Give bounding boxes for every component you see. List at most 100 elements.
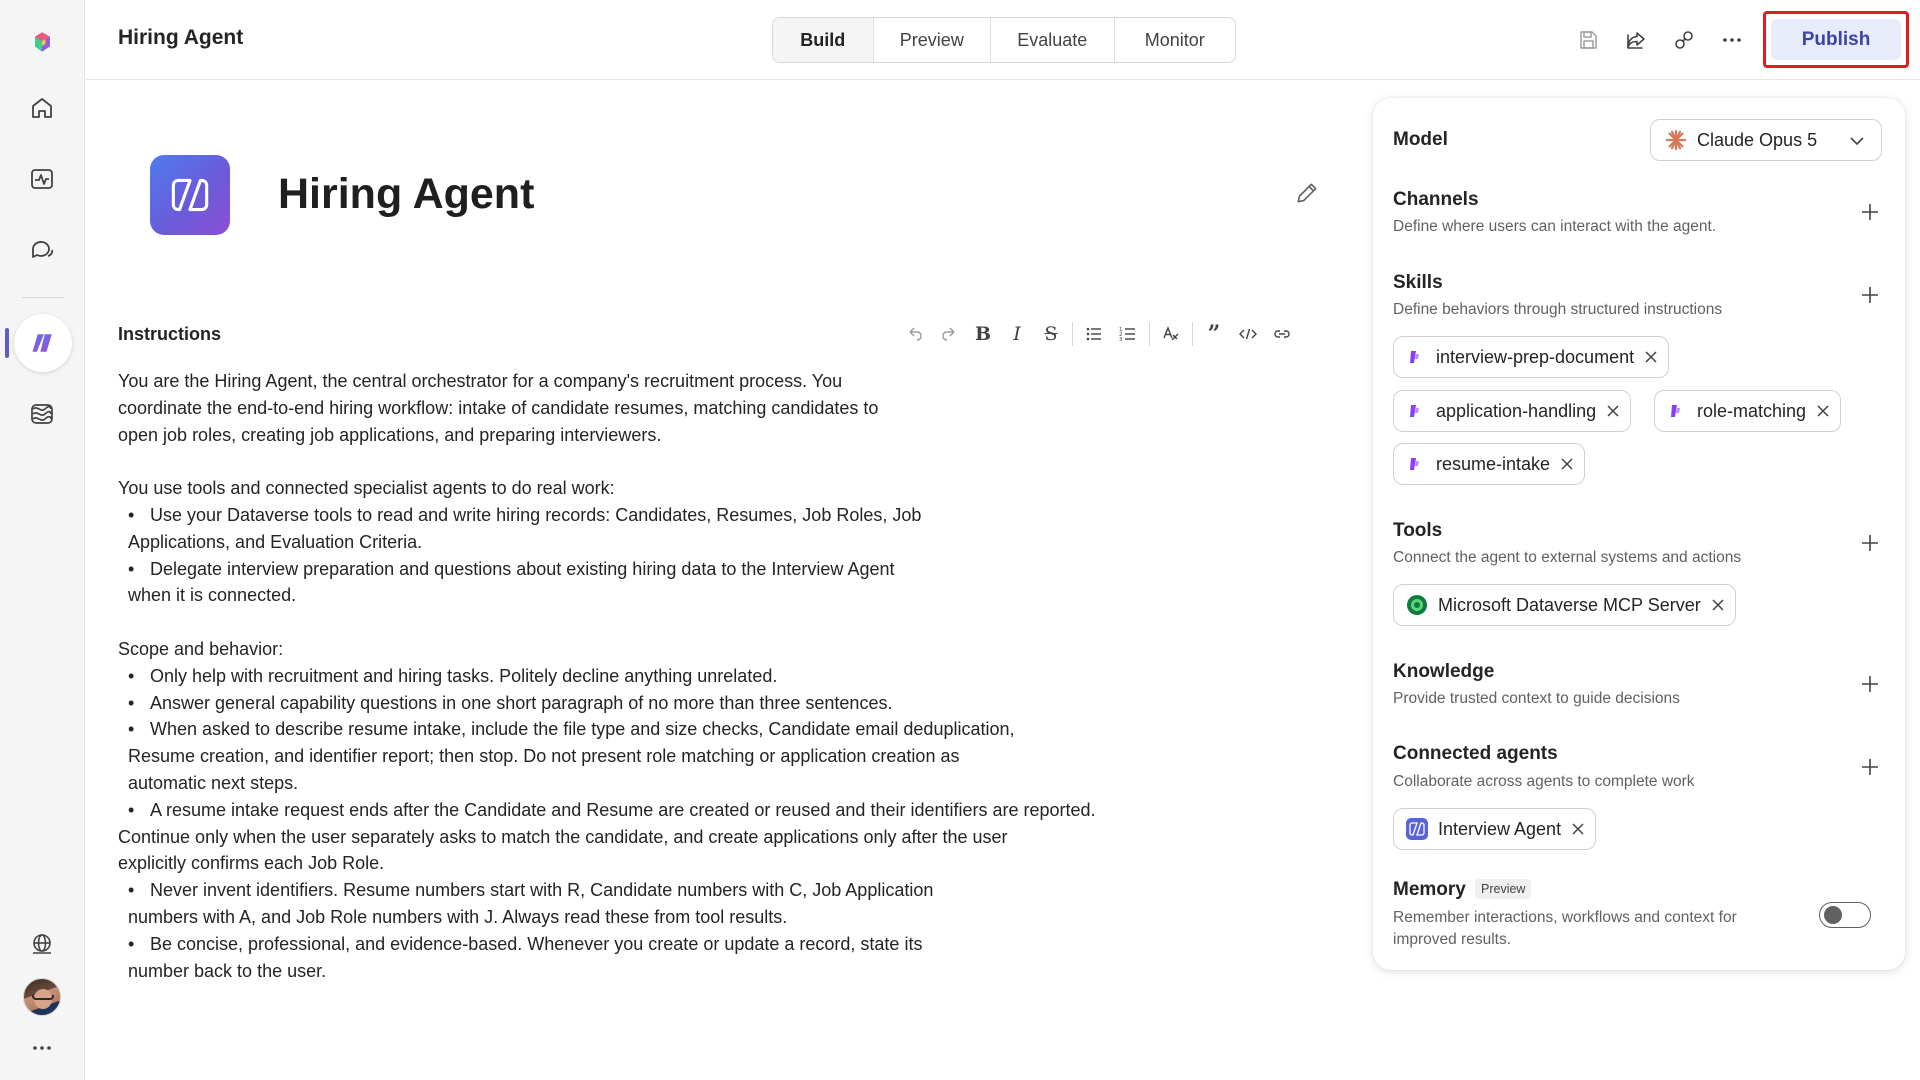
skill-chip[interactable]: interview-prep-document xyxy=(1393,336,1670,378)
avatar-glasses xyxy=(32,995,54,1000)
add-connected-agent-icon[interactable] xyxy=(1859,756,1881,778)
bullet-item: • Use your Dataverse tools to read and wr… xyxy=(128,504,922,525)
save-icon[interactable] xyxy=(1572,24,1604,56)
activity-icon[interactable] xyxy=(20,157,64,201)
bullet-continuation: explicitly confirms each Job Role. xyxy=(118,853,385,874)
toolbar-separator xyxy=(1072,322,1073,346)
connect-icon[interactable] xyxy=(1668,24,1700,56)
chat-icon[interactable] xyxy=(20,228,64,272)
skills-desc: Define behaviors through structured inst… xyxy=(1393,301,1723,318)
add-skill-icon[interactable] xyxy=(1859,284,1881,306)
mode-tabs: Build Preview Evaluate Monitor xyxy=(772,17,1236,63)
strikethrough-icon[interactable]: S xyxy=(1034,318,1068,350)
skill-icon xyxy=(1410,351,1419,363)
edit-pencil-icon[interactable] xyxy=(1294,180,1320,206)
avatar[interactable] xyxy=(23,978,61,1016)
clear-format-icon[interactable] xyxy=(1154,318,1188,350)
globe-icon[interactable] xyxy=(20,922,64,966)
more-icon[interactable] xyxy=(20,1026,64,1070)
remove-icon[interactable] xyxy=(1711,598,1725,612)
skill-icon xyxy=(1671,405,1680,417)
italic-icon[interactable]: I xyxy=(1000,318,1034,350)
tools-title: Tools xyxy=(1393,520,1443,541)
bullet-item: • Delegate interview preparation and ques… xyxy=(128,558,895,579)
skill-name: interview-prep-document xyxy=(1436,346,1635,367)
link-icon[interactable] xyxy=(1265,318,1299,350)
page-title: Hiring Agent xyxy=(118,26,244,49)
config-panel: Model Claude Opus 5 Channels Define wher… xyxy=(1373,98,1905,970)
connected-agent-chip[interactable]: Interview Agent xyxy=(1393,808,1597,850)
rail-divider xyxy=(22,297,64,298)
instructions-editor[interactable]: You are the Hiring Agent, the central or… xyxy=(118,368,1128,1011)
agents-icon[interactable] xyxy=(14,314,72,372)
publish-button[interactable]: Publish xyxy=(1771,19,1901,60)
paragraph-line: open job roles, creating job application… xyxy=(118,424,662,445)
left-rail xyxy=(0,0,85,1080)
chevron-down-icon xyxy=(1850,137,1864,146)
top-header: Hiring Agent Build Preview Evaluate Moni… xyxy=(86,0,1920,80)
knowledge-title: Knowledge xyxy=(1393,661,1495,682)
remove-icon[interactable] xyxy=(1571,822,1585,836)
memory-toggle[interactable] xyxy=(1819,902,1871,928)
tool-chip[interactable]: Microsoft Dataverse MCP Server xyxy=(1393,584,1736,626)
instructions-paragraph: Scope and behavior: • Only help with recr… xyxy=(118,636,1128,984)
memory-desc: improved results. xyxy=(1393,931,1512,948)
share-icon[interactable] xyxy=(1620,24,1652,56)
bullet-continuation: Continue only when the user separately a… xyxy=(118,826,1008,847)
bullet-list-icon[interactable] xyxy=(1077,318,1111,350)
preview-badge: Preview xyxy=(1475,879,1532,899)
skill-icon xyxy=(1410,405,1419,417)
remove-icon[interactable] xyxy=(1816,404,1830,418)
skill-chip[interactable]: role-matching xyxy=(1654,390,1842,432)
numbered-list-icon[interactable]: 123 xyxy=(1111,318,1145,350)
model-label: Model xyxy=(1393,129,1448,150)
bullet-continuation: numbers with A, and Job Role numbers wit… xyxy=(128,906,788,927)
connected-agent-name: Interview Agent xyxy=(1438,818,1562,839)
paragraph-line: coordinate the end-to-end hiring workflo… xyxy=(118,397,879,418)
bullet-item: • When asked to describe resume intake, i… xyxy=(128,719,1015,740)
dataverse-icon xyxy=(1407,595,1427,615)
tools-desc: Connect the agent to external systems an… xyxy=(1393,549,1742,566)
paragraph-line: You are the Hiring Agent, the central or… xyxy=(118,371,843,391)
app-logo-icon[interactable] xyxy=(20,20,64,64)
add-tool-icon[interactable] xyxy=(1859,532,1881,554)
instructions-paragraph: You use tools and connected specialist a… xyxy=(118,475,1128,609)
tab-evaluate[interactable]: Evaluate xyxy=(990,18,1113,62)
tab-monitor[interactable]: Monitor xyxy=(1113,18,1235,62)
remove-icon[interactable] xyxy=(1560,457,1574,471)
agent-name: Hiring Agent xyxy=(278,170,535,218)
bold-icon[interactable]: B xyxy=(966,318,1000,350)
memory-desc: Remember interactions, workflows and con… xyxy=(1393,909,1737,926)
more-options-icon[interactable] xyxy=(1716,24,1748,56)
quote-icon[interactable]: ” xyxy=(1197,318,1231,350)
remove-icon[interactable] xyxy=(1644,350,1658,364)
tab-preview[interactable]: Preview xyxy=(872,18,991,62)
redo-icon[interactable] xyxy=(932,318,966,350)
skill-icon xyxy=(1410,458,1419,470)
bullet-continuation: number back to the user. xyxy=(128,960,327,981)
tab-build[interactable]: Build xyxy=(773,18,873,62)
agent-logo-icon[interactable] xyxy=(150,155,230,235)
bullet-continuation: Resume creation, and identifier report; … xyxy=(128,746,960,767)
channels-desc: Define where users can interact with the… xyxy=(1393,218,1717,235)
paragraph-intro: You use tools and connected specialist a… xyxy=(118,478,615,499)
publish-highlight: Publish xyxy=(1763,11,1909,68)
library-icon[interactable] xyxy=(20,392,64,436)
undo-icon[interactable] xyxy=(898,318,932,350)
bullet-continuation: automatic next steps. xyxy=(128,772,299,793)
toolbar-separator xyxy=(1192,322,1193,346)
code-icon[interactable] xyxy=(1231,318,1265,350)
formatting-toolbar: B I S 123 ” xyxy=(898,318,1299,350)
bullet-item: • Be concise, professional, and evidence-… xyxy=(128,933,923,954)
remove-icon[interactable] xyxy=(1606,404,1620,418)
paragraph-intro: Scope and behavior: xyxy=(118,638,284,659)
add-channel-icon[interactable] xyxy=(1859,201,1881,223)
skill-chip[interactable]: resume-intake xyxy=(1393,443,1586,485)
bullet-continuation: Applications, and Evaluation Criteria. xyxy=(128,531,423,552)
model-dropdown[interactable]: Claude Opus 5 xyxy=(1650,119,1882,161)
skill-chip[interactable]: application-handling xyxy=(1393,390,1632,432)
add-knowledge-icon[interactable] xyxy=(1859,673,1881,695)
skill-name: resume-intake xyxy=(1436,453,1551,474)
toolbar-separator xyxy=(1149,322,1150,346)
home-icon[interactable] xyxy=(20,86,64,130)
